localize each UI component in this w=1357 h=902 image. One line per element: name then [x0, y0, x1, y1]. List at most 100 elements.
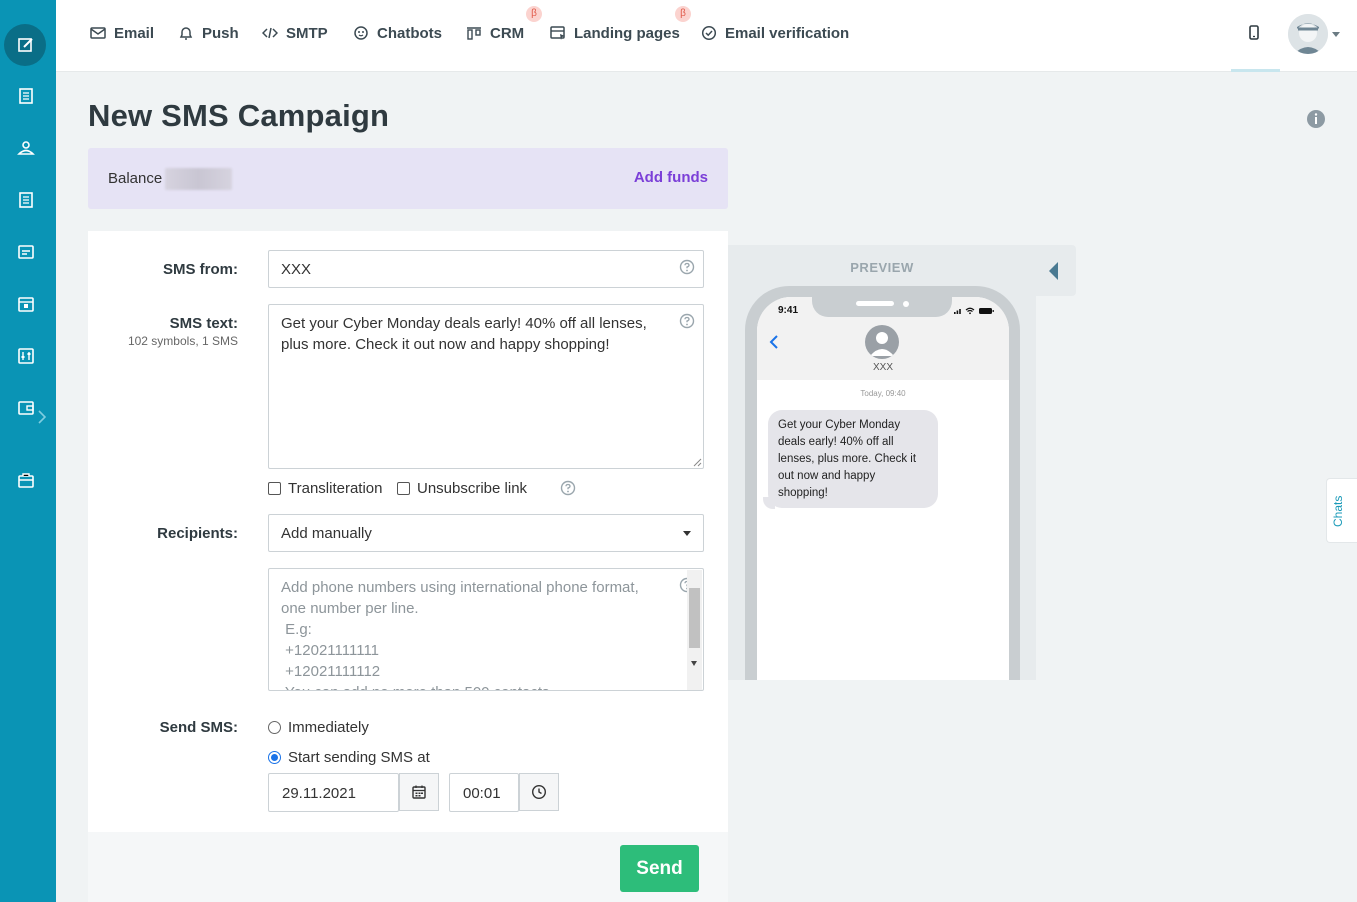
send-date-value: 29.11.2021: [282, 785, 356, 802]
sms-from-input[interactable]: XXX: [268, 250, 704, 288]
envelope-icon: [90, 27, 106, 39]
preview-label: PREVIEW: [850, 260, 914, 275]
phone-speaker: [856, 301, 894, 306]
chats-tab-label: Chats: [1331, 495, 1345, 527]
bubble-line: deals early! 40% off all: [778, 436, 894, 448]
info-icon[interactable]: [1306, 109, 1326, 129]
unsubscribe-link-checkbox[interactable]: [397, 482, 410, 495]
nav-email-verification-label: Email verification: [725, 24, 850, 42]
crm-icon: [467, 27, 481, 40]
message-date: Today, 09:40: [860, 389, 906, 398]
chats-tab[interactable]: Chats: [1326, 478, 1357, 543]
phones-placeholder-line: +12021111112: [281, 663, 381, 680]
code-icon: [262, 27, 278, 39]
sms-text-textarea[interactable]: Get your Cyber Monday deals early! 40% o…: [268, 304, 704, 469]
nav-crm-label: CRM: [490, 24, 525, 42]
send-time-value: 00:01: [463, 785, 501, 802]
nav-chatbots[interactable]: Chatbots: [353, 22, 442, 44]
sms-from-label: SMS from:: [163, 261, 238, 278]
template-icon[interactable]: [17, 243, 35, 261]
nav-smtp[interactable]: SMTP: [262, 22, 328, 44]
phone-clock: 9:41: [778, 305, 799, 316]
scrollbar-thumb[interactable]: [689, 588, 700, 648]
nav-chatbots-label: Chatbots: [377, 24, 442, 42]
phone-notch: [812, 297, 952, 317]
sidebar-expand-chevron-icon[interactable]: [37, 410, 47, 424]
chevron-down-icon[interactable]: [1332, 32, 1340, 37]
nav-smtp-label: SMTP: [286, 24, 328, 42]
send-button[interactable]: Send: [620, 845, 699, 892]
sms-text-label: SMS text:: [169, 315, 238, 332]
nav-push[interactable]: Push: [178, 22, 239, 44]
nav-crm[interactable]: CRM β: [466, 6, 542, 44]
calendar-button[interactable]: [399, 773, 439, 811]
contact-avatar: [865, 325, 899, 359]
calendar-icon: [412, 785, 426, 799]
check-circle-icon: [701, 25, 717, 41]
message-bubble: Get your Cyber Monday deals early! 40% o…: [768, 410, 938, 508]
balance-amount-hidden: [165, 168, 232, 190]
send-time-input[interactable]: 00:01: [449, 773, 559, 812]
bubble-line: out now and happy: [778, 470, 876, 482]
resize-handle-icon[interactable]: [692, 457, 702, 467]
sms-text-line: plus more. Check it out now and happy sh…: [281, 336, 610, 353]
sms-text-line: Get your Cyber Monday deals early! 40% o…: [281, 315, 647, 332]
avatar[interactable]: [1288, 14, 1328, 54]
edit-icon[interactable]: [17, 36, 35, 54]
mobile-preview-icon[interactable]: [1247, 24, 1261, 42]
sliders-icon[interactable]: [17, 347, 35, 365]
transliteration-checkbox[interactable]: [268, 482, 281, 495]
help-icon[interactable]: [679, 259, 695, 275]
collapse-preview-icon[interactable]: [1049, 262, 1058, 280]
phones-placeholder-line: E.g:: [281, 621, 312, 638]
page-title: New SMS Campaign: [88, 98, 390, 133]
recipients-selected-value: Add manually: [281, 525, 372, 542]
sms-text-stats: 102 symbols, 1 SMS: [127, 334, 238, 348]
sidebar: [0, 0, 56, 902]
add-funds-link[interactable]: Add funds: [634, 169, 708, 186]
nav-email[interactable]: Email: [90, 22, 154, 44]
contacts-icon[interactable]: [17, 139, 35, 157]
briefcase-icon[interactable]: [17, 471, 35, 489]
phones-placeholder-line: one number per line.: [281, 600, 419, 617]
calendar-icon[interactable]: [17, 295, 35, 313]
bubble-line: lenses, plus more. Check it: [778, 453, 917, 465]
unsubscribe-link-label: Unsubscribe link: [417, 480, 528, 497]
bubble-line: Get your Cyber Monday: [778, 419, 901, 431]
nav-email-verification[interactable]: Email verification: [701, 22, 849, 44]
bubble-line: shopping!: [778, 487, 828, 499]
contact-name: XXX: [872, 362, 893, 373]
scroll-down-arrow-icon[interactable]: [691, 661, 697, 666]
wallet-icon[interactable]: [17, 399, 35, 417]
beta-badge: β: [526, 6, 542, 22]
send-immediately-radio[interactable]: [268, 721, 281, 734]
phone-numbers-scrollbar[interactable]: [687, 570, 702, 690]
mobile-tab-indicator: [1231, 69, 1280, 72]
address-book-icon[interactable]: [17, 87, 35, 105]
recipients-label: Recipients:: [157, 525, 238, 542]
list-icon[interactable]: [17, 191, 35, 209]
recipients-select[interactable]: Add manually: [268, 514, 704, 552]
balance-bar: Balance Add funds: [88, 148, 728, 209]
send-sms-label: Send SMS:: [159, 719, 238, 736]
balance-label: Balance: [108, 170, 163, 187]
phone-camera: [903, 301, 909, 307]
bell-icon: [179, 27, 193, 40]
landing-page-icon: [550, 26, 565, 40]
phone-numbers-textarea[interactable]: Add phone numbers using international ph…: [268, 568, 704, 691]
send-immediately-label: Immediately: [288, 719, 369, 736]
phones-placeholder-line: You can add no more than 500 contacts: [281, 682, 550, 690]
sms-from-value: XXX: [281, 261, 312, 278]
help-icon[interactable]: [560, 480, 576, 496]
send-date-input[interactable]: 29.11.2021: [268, 773, 439, 812]
nav-landing-pages[interactable]: Landing pages β: [550, 6, 691, 44]
help-icon[interactable]: [679, 313, 695, 329]
chatbot-icon: [354, 26, 368, 40]
phone-screen: 9:41 XXX Today, 09:40 Get your Cyber Mon…: [757, 297, 1009, 680]
top-navigation: Email Push SMTP Chatbots CRM β Landing p…: [56, 0, 1357, 72]
nav-landing-pages-label: Landing pages: [574, 24, 680, 42]
clock-button[interactable]: [519, 773, 559, 811]
phones-placeholder-line: Add phone numbers using international ph…: [281, 579, 639, 596]
send-scheduled-radio[interactable]: [268, 751, 281, 764]
send-scheduled-label: Start sending SMS at: [288, 749, 430, 766]
